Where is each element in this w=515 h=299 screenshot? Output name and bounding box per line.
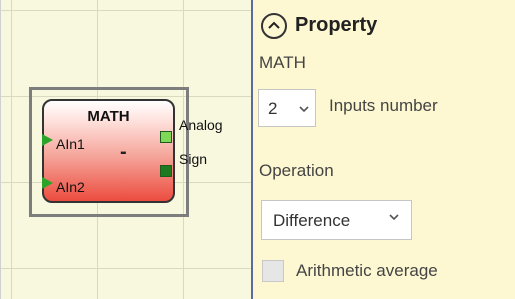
panel-title: Property [295, 14, 378, 36]
output-analog-port[interactable] [160, 131, 172, 143]
input-2-label: AIn2 [56, 179, 85, 195]
output-sign-label: Sign [179, 151, 208, 167]
collapse-button[interactable] [261, 13, 287, 39]
output-sign-port[interactable] [160, 165, 172, 177]
inputs-number-label: Inputs number [329, 96, 438, 115]
operation-label: Operation [259, 161, 334, 180]
chevron-down-icon [299, 106, 309, 113]
input-2-arrow-icon[interactable] [42, 177, 53, 189]
diagram-canvas[interactable]: MATH - AIn1 AIn2 Analog Sign [0, 0, 252, 299]
arithmetic-average-checkbox[interactable] [262, 260, 284, 282]
input-1-arrow-icon[interactable] [42, 134, 53, 146]
chevron-up-icon [268, 21, 280, 29]
block-title: MATH [87, 108, 130, 125]
output-analog-label: Analog [179, 117, 223, 133]
component-name: MATH [259, 53, 306, 72]
chevron-down-icon [389, 214, 399, 221]
inputs-number-value: 2 [268, 99, 278, 118]
inputs-number-select[interactable]: 2 [258, 89, 316, 127]
input-1-label: AIn1 [56, 136, 85, 152]
property-panel: Property MATH 2 Inputs number Operation … [251, 0, 515, 299]
arithmetic-average-label: Arithmetic average [296, 261, 438, 280]
operation-value: Difference [273, 211, 351, 230]
block-operator-symbol: - [120, 141, 127, 163]
operation-select[interactable]: Difference [261, 200, 412, 240]
